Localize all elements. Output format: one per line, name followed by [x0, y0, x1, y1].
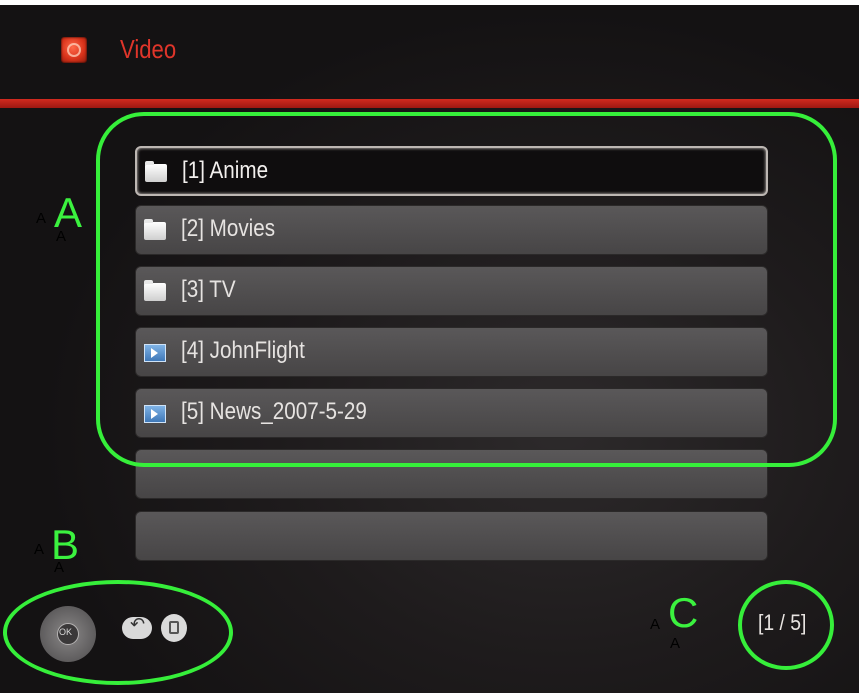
callout-a-small: A [36, 210, 47, 227]
list-item-empty [135, 511, 768, 561]
callout-c-small-2: A [670, 635, 681, 652]
video-app-icon [61, 37, 87, 63]
callout-b-small: A [34, 541, 45, 558]
callout-a-letter: A [54, 189, 83, 236]
callout-c-small: A [650, 616, 661, 633]
callout-c-letter: C [668, 589, 699, 636]
header-divider [0, 99, 859, 108]
callout-oval-a [96, 112, 837, 467]
top-edge [0, 0, 859, 5]
callout-b-letter: B [51, 521, 80, 568]
page-title: Video [120, 34, 177, 64]
callout-oval-b [3, 580, 233, 685]
callout-oval-c [738, 580, 834, 670]
ok-label: OK [59, 627, 73, 637]
